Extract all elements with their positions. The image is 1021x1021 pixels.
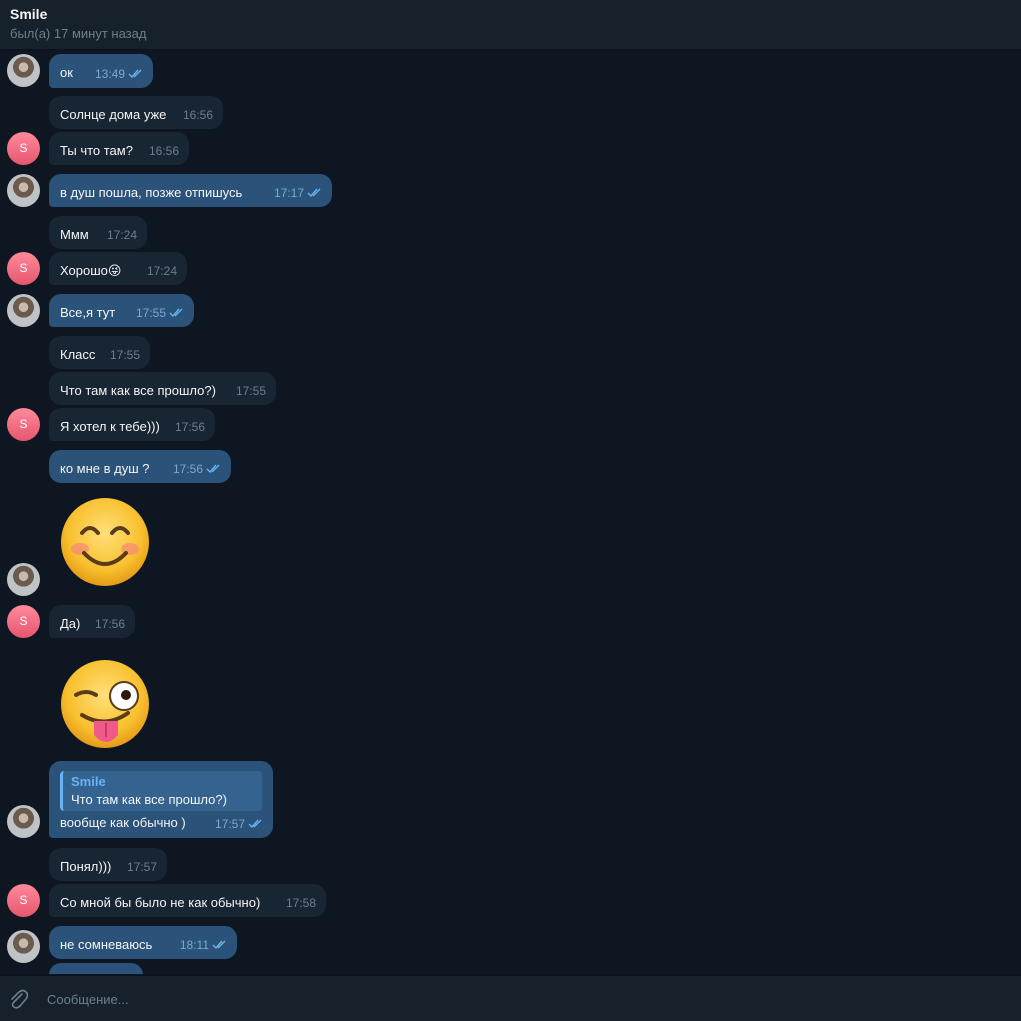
avatar[interactable]: S [7, 132, 40, 165]
message-input[interactable] [45, 985, 949, 1013]
message-time: 18:11 [179, 938, 209, 952]
message-text: Что там как все прошло?) [60, 383, 216, 398]
message-bubble[interactable]: Понял))) 17:57 [49, 848, 167, 881]
message-text: не сомневаюсь [60, 937, 153, 952]
message-time: 17:57 [126, 860, 157, 874]
reply-quote[interactable]: Smile Что там как все прошло?) [60, 771, 262, 811]
message-text: Класс [60, 347, 96, 362]
last-seen-status: был(а) 17 минут назад [10, 26, 147, 41]
avatar[interactable] [7, 930, 40, 963]
message-text: Я хотел к тебе))) [60, 419, 160, 434]
message-time: 16:56 [182, 108, 213, 122]
message-time: 17:55 [109, 348, 140, 362]
avatar[interactable] [7, 294, 40, 327]
read-check-icon [212, 940, 226, 950]
paperclip-icon[interactable] [8, 988, 28, 1010]
message-bubble-partial[interactable] [49, 963, 143, 974]
message-bubble[interactable]: Класс 17:55 [49, 336, 150, 369]
message-time: 17:56 [172, 462, 203, 476]
message-bubble[interactable]: ок 13:49 [49, 54, 153, 88]
message-text: вообще как обычно ) [60, 815, 186, 830]
message-bubble[interactable]: не сомневаюсь 18:11 [49, 926, 237, 959]
smiling-face-sticker[interactable] [60, 497, 150, 587]
message-time: 16:56 [148, 144, 179, 158]
message-bubble[interactable]: в душ пошла, позже отпишусь 17:17 [49, 174, 332, 207]
avatar[interactable]: S [7, 884, 40, 917]
avatar[interactable] [7, 54, 40, 87]
message-time: 17:17 [273, 186, 304, 200]
avatar[interactable] [7, 805, 40, 838]
message-text: Ты что там? [60, 143, 133, 158]
message-text: в душ пошла, позже отпишусь [60, 185, 243, 200]
message-text: Со мной бы было не как обычно) [60, 895, 261, 910]
message-text: ок [60, 65, 73, 80]
read-check-icon [206, 464, 220, 474]
message-bubble[interactable]: Ты что там? 16:56 [49, 132, 189, 165]
avatar[interactable] [7, 174, 40, 207]
message-bubble[interactable]: ко мне в душ ? 17:56 [49, 450, 231, 483]
message-text: Да) [60, 616, 81, 631]
read-check-icon [307, 188, 321, 198]
message-text: Солнце дома уже [60, 107, 167, 122]
reply-text: Что там как все прошло?) [71, 792, 227, 807]
message-time: 17:55 [135, 306, 166, 320]
winking-tongue-face-sticker[interactable] [60, 659, 150, 749]
message-bubble[interactable]: Я хотел к тебе))) 17:56 [49, 408, 215, 441]
message-bubble[interactable]: Да) 17:56 [49, 605, 135, 638]
read-check-icon [169, 308, 183, 318]
message-bubble[interactable]: Все,я тут 17:55 [49, 294, 194, 327]
message-time: 17:24 [146, 264, 177, 278]
message-text: Хорошо😜 [60, 263, 122, 278]
message-bubble[interactable]: Солнце дома уже 16:56 [49, 96, 223, 129]
message-time: 17:56 [94, 617, 125, 631]
avatar[interactable]: S [7, 252, 40, 285]
avatar[interactable] [7, 563, 40, 596]
avatar[interactable]: S [7, 408, 40, 441]
reply-author: Smile [71, 774, 106, 789]
message-time: 17:58 [285, 896, 316, 910]
message-time: 13:49 [94, 67, 125, 81]
message-text: Понял))) [60, 859, 112, 874]
message-composer [0, 975, 1021, 1021]
emoji-icon: 😜 [107, 263, 122, 278]
message-bubble[interactable]: Ммм 17:24 [49, 216, 147, 249]
message-time: 17:24 [106, 228, 137, 242]
message-text: ко мне в душ ? [60, 461, 150, 476]
message-bubble[interactable]: Smile Что там как все прошло?) вообще ка… [49, 761, 273, 838]
message-list[interactable]: ок 13:49 Солнце дома уже 16:56 S Ты что … [0, 51, 1021, 974]
message-bubble[interactable]: Что там как все прошло?) 17:55 [49, 372, 276, 405]
chat-title[interactable]: Smile [10, 6, 47, 22]
read-check-icon [128, 69, 142, 79]
chat-header[interactable]: Smile был(а) 17 минут назад [0, 0, 1021, 50]
message-bubble[interactable]: Со мной бы было не как обычно) 17:58 [49, 884, 326, 917]
message-time: 17:57 [214, 817, 245, 831]
message-time: 17:56 [174, 420, 205, 434]
message-time: 17:55 [235, 384, 266, 398]
message-bubble[interactable]: Хорошо😜 17:24 [49, 252, 187, 285]
message-text: Все,я тут [60, 305, 116, 320]
message-text: Ммм [60, 227, 89, 242]
avatar[interactable]: S [7, 605, 40, 638]
read-check-icon [248, 819, 262, 829]
